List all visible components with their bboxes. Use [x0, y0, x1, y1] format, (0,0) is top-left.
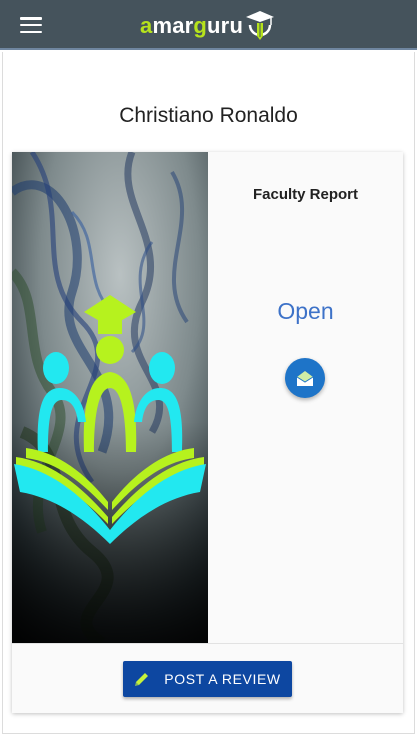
students-open-book-logo [12, 152, 208, 643]
post-review-button[interactable]: POST A REVIEW [123, 661, 292, 697]
logo-text: amarguru [140, 13, 244, 38]
hamburger-menu-icon[interactable] [18, 14, 44, 36]
amarguru-logo[interactable]: amarguru [140, 8, 275, 44]
report-title: Faculty Report [252, 186, 358, 203]
card-details: Faculty Report Open [208, 152, 403, 643]
card-image [12, 152, 208, 643]
faculty-name: Christiano Ronaldo [119, 104, 298, 127]
pencil-icon [135, 673, 149, 686]
open-envelope-icon [296, 371, 314, 386]
graduation-pencil-icon [246, 11, 275, 40]
app-bar: amarguru [0, 0, 417, 50]
status-open-link[interactable]: Open [208, 298, 403, 325]
faculty-card: Faculty Report Open POST A REVIEW [12, 152, 403, 713]
post-review-label: POST A REVIEW [164, 671, 281, 687]
card-actions: POST A REVIEW [12, 643, 403, 713]
open-report-button[interactable] [285, 358, 325, 398]
